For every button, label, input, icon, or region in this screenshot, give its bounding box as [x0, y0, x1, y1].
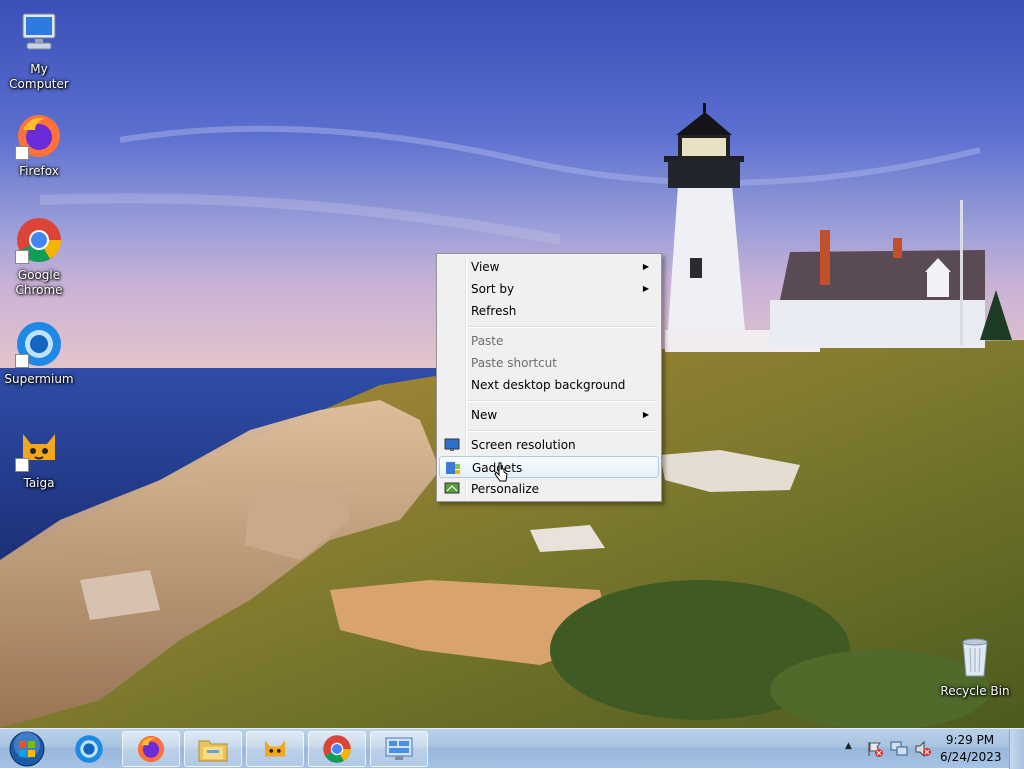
remote-desktop-icon [385, 737, 413, 760]
desktop-icon-firefox[interactable]: Firefox [0, 112, 78, 179]
network-icon[interactable] [890, 740, 908, 761]
desktop-icon-label: Google Chrome [15, 268, 63, 297]
mouse-cursor-icon [494, 462, 508, 482]
taiga-icon [265, 740, 285, 757]
desktop-icon-label: Supermium [4, 372, 74, 386]
taskbar: ▲ 9:29 PM 6/24/2023 [0, 728, 1024, 769]
show-hidden-icons-chevron[interactable]: ▲ [845, 741, 857, 755]
menu-separator [467, 326, 657, 328]
desktop-icon-label: Firefox [19, 164, 59, 178]
clock-time: 9:29 PM [945, 733, 995, 747]
taskbar-app-file-explorer[interactable] [184, 731, 242, 767]
desktop-icon-label: My Computer [9, 62, 69, 91]
desktop-icon-google-chrome[interactable]: Google Chrome [0, 216, 78, 298]
submenu-arrow-icon: ▶ [642, 410, 649, 419]
submenu-arrow-icon: ▶ [642, 284, 649, 293]
menu-item-paste-shortcut[interactable]: Paste shortcut [439, 352, 659, 374]
desktop-context-menu: View ▶ Sort by ▶ Refresh Paste Paste sho… [436, 253, 662, 502]
file-explorer-icon [198, 740, 228, 762]
show-desktop-button[interactable] [1009, 729, 1024, 769]
start-button[interactable] [0, 731, 54, 767]
menu-item-label: Screen resolution [471, 438, 576, 452]
taskbar-app-supermium[interactable] [60, 731, 118, 767]
taskbar-app-taiga[interactable] [246, 731, 304, 767]
personalize-icon [444, 481, 460, 497]
action-center-flag-icon[interactable] [866, 740, 884, 761]
gadgets-icon [445, 460, 461, 476]
screen-resolution-icon [444, 437, 460, 453]
chrome-icon [323, 735, 351, 763]
menu-item-label: Sort by [471, 282, 515, 296]
shortcut-arrow-icon [15, 354, 29, 368]
supermium-icon [75, 735, 103, 763]
taskbar-app-firefox[interactable] [122, 731, 180, 767]
menu-item-label: Paste [471, 334, 504, 348]
menu-item-next-desktop-background[interactable]: Next desktop background [439, 374, 659, 396]
desktop-icon-label: Taiga [23, 476, 55, 490]
menu-item-label: Paste shortcut [471, 356, 557, 370]
menu-item-personalize[interactable]: Personalize [439, 478, 659, 500]
firefox-icon [137, 735, 165, 763]
volume-muted-icon[interactable] [914, 740, 932, 761]
menu-item-gadgets[interactable]: Gadgets [439, 456, 659, 478]
menu-item-view[interactable]: View ▶ [439, 256, 659, 278]
shortcut-arrow-icon [15, 146, 29, 160]
chrome-icon [15, 216, 63, 264]
start-orb-icon [9, 731, 45, 767]
desktop[interactable]: My Computer Firefox Google Chrome Superm… [0, 0, 1024, 728]
taskbar-app-chrome[interactable] [308, 731, 366, 767]
recycle-bin-icon [951, 632, 999, 680]
menu-item-sort-by[interactable]: Sort by ▶ [439, 278, 659, 300]
shortcut-arrow-icon [15, 250, 29, 264]
menu-item-screen-resolution[interactable]: Screen resolution [439, 434, 659, 456]
firefox-icon [15, 112, 63, 160]
taskbar-clock[interactable]: 9:29 PM 6/24/2023 [940, 732, 1002, 766]
menu-separator [467, 400, 657, 402]
menu-item-new[interactable]: New ▶ [439, 404, 659, 426]
shortcut-arrow-icon [15, 458, 29, 472]
menu-separator [467, 430, 657, 432]
menu-item-refresh[interactable]: Refresh [439, 300, 659, 322]
submenu-arrow-icon: ▶ [642, 262, 649, 271]
computer-icon [15, 10, 63, 58]
desktop-icon-recycle-bin[interactable]: Recycle Bin [936, 632, 1014, 699]
desktop-icon-my-computer[interactable]: My Computer [0, 10, 78, 92]
menu-item-label: Personalize [471, 482, 540, 496]
menu-item-label: Refresh [471, 304, 517, 318]
menu-item-label: Next desktop background [471, 378, 626, 392]
desktop-icon-supermium[interactable]: Supermium [0, 320, 78, 387]
desktop-icon-taiga[interactable]: Taiga [0, 424, 78, 491]
clock-date: 6/24/2023 [940, 750, 1002, 764]
taskbar-app-remote-desktop[interactable] [370, 731, 428, 767]
desktop-icon-label: Recycle Bin [940, 684, 1010, 698]
menu-item-label: View [471, 260, 500, 274]
menu-item-label: New [471, 408, 498, 422]
taiga-icon [15, 424, 63, 472]
supermium-icon [15, 320, 63, 368]
menu-item-paste[interactable]: Paste [439, 330, 659, 352]
